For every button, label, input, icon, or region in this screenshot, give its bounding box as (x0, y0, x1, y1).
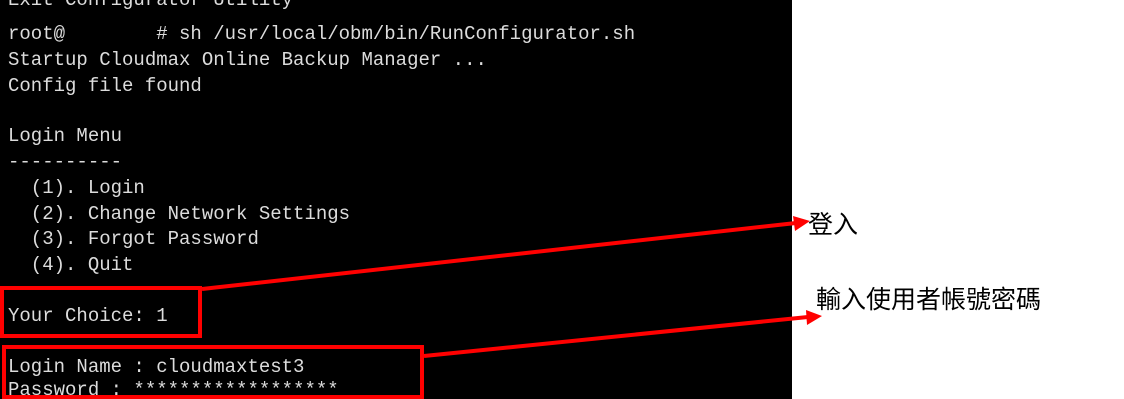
terminal-line-exit: Exit Configurator Utility (8, 0, 294, 11)
terminal-line-separator: ---------- (8, 151, 123, 173)
terminal-line-command: root@ # sh /usr/local/obm/bin/RunConfigu… (8, 23, 636, 45)
annotation-login: 登入 (808, 210, 859, 239)
annotation-enter-credentials: 輸入使用者帳號密碼 (816, 285, 1042, 314)
menu-option-forgot-password: (3). Forgot Password (8, 228, 259, 250)
menu-option-quit: (4). Quit (8, 254, 134, 276)
highlight-box-choice (0, 286, 202, 338)
terminal-window: Exit Configurator Utility root@ # sh /us… (0, 0, 792, 399)
highlight-box-credentials (2, 345, 424, 399)
terminal-line-startup: Startup Cloudmax Online Backup Manager .… (8, 49, 487, 71)
terminal-line-login-menu: Login Menu (8, 125, 123, 147)
terminal-line-config: Config file found (8, 75, 202, 97)
menu-option-login: (1). Login (8, 177, 145, 199)
menu-option-network: (2). Change Network Settings (8, 203, 351, 225)
